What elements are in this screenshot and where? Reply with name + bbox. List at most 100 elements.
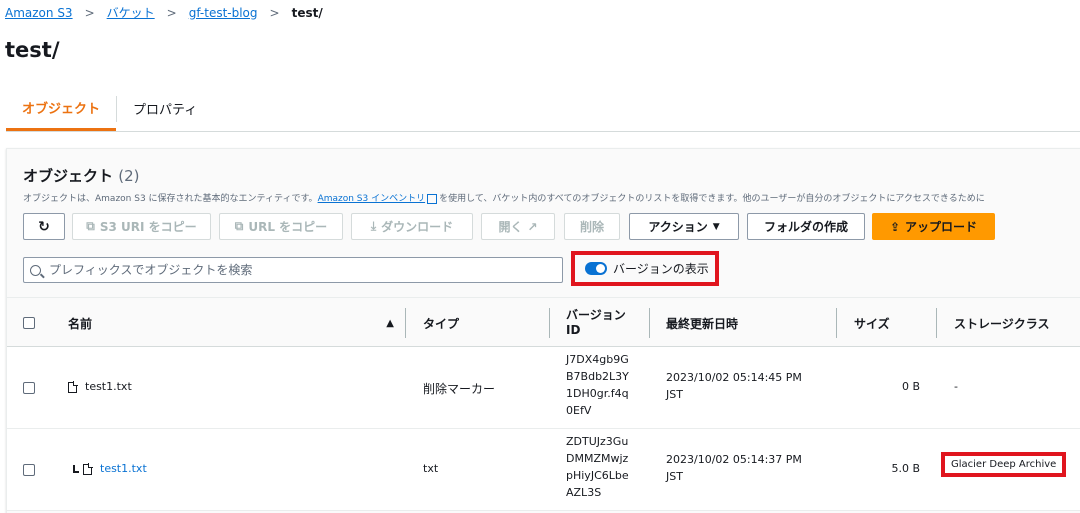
search-box — [23, 257, 563, 283]
version-id-line: ZDTUJz3Gu — [566, 435, 629, 448]
last-modified-cell: 2023/10/02 05:14:45 PM JST — [666, 369, 802, 403]
column-version-id-label-1: バージョン — [566, 308, 626, 322]
last-modified-tz: JST — [666, 470, 683, 483]
row-checkbox[interactable] — [23, 464, 35, 476]
open-button[interactable]: 開く ↗ — [481, 213, 555, 240]
column-size[interactable]: サイズ — [854, 298, 890, 348]
objects-panel: オブジェクト (2) オブジェクトは、Amazon S3 に保存された基本的なエ… — [6, 148, 1080, 513]
download-button[interactable]: ⤓ ダウンロード — [351, 213, 473, 240]
external-link-icon — [427, 193, 438, 204]
column-type[interactable]: タイプ — [423, 298, 459, 348]
chevron-right-icon: > — [166, 5, 177, 20]
chevron-right-icon: > — [84, 5, 95, 20]
file-icon — [68, 380, 78, 393]
panel-title: オブジェクト (2) — [23, 165, 140, 186]
select-all-checkbox[interactable] — [23, 317, 35, 329]
tab-bar: オブジェクト プロパティ — [6, 86, 1080, 132]
storage-class: Glacier Deep Archive — [951, 459, 1057, 470]
inventory-link[interactable]: Amazon S3 インベントリ — [318, 194, 426, 204]
last-modified-cell: 2023/10/02 05:14:37 PM JST — [666, 451, 802, 485]
column-storage-class-label: ストレージクラス — [954, 316, 1050, 331]
column-divider[interactable] — [836, 308, 837, 338]
refresh-button[interactable]: ↻ — [23, 213, 65, 240]
column-divider[interactable] — [549, 308, 550, 338]
column-storage-class[interactable]: ストレージクラス — [954, 298, 1050, 348]
copy-url-button[interactable]: ⧉ URL をコピー — [219, 213, 343, 240]
toggle-switch-icon[interactable] — [585, 262, 607, 275]
column-version-id[interactable]: バージョン ID — [566, 298, 626, 348]
column-type-label: タイプ — [423, 316, 460, 331]
breadcrumb-buckets[interactable]: バケット — [107, 4, 155, 21]
create-folder-button[interactable]: フォルダの作成 — [747, 213, 865, 240]
sort-ascending-icon[interactable]: ▲ — [386, 318, 394, 329]
version-id-line: 0EfV — [566, 404, 592, 417]
version-id-line: DMMZMwjz — [566, 452, 629, 465]
tab-properties[interactable]: プロパティ — [117, 87, 213, 131]
table-row[interactable]: test1.txt 削除マーカー J7DX4gb9G B7Bdb2L3Y 1DH… — [7, 347, 1080, 429]
object-count: (2) — [118, 167, 140, 185]
copy-s3-uri-button[interactable]: ⧉ S3 URI をコピー — [72, 213, 211, 240]
upload-icon: ⇪ — [889, 219, 901, 234]
object-type: 削除マーカー — [423, 382, 496, 396]
version-id-line: B7Bdb2L3Y — [566, 370, 629, 383]
actions-dropdown[interactable]: アクション ▼ — [629, 213, 739, 240]
caret-down-icon: ▼ — [712, 221, 720, 232]
storage-class: - — [954, 380, 958, 393]
last-modified-date: 2023/10/02 05:14:45 PM — [666, 371, 802, 384]
storage-class-highlight: Glacier Deep Archive — [941, 452, 1067, 477]
column-last-modified[interactable]: 最終更新日時 — [666, 298, 738, 348]
chevron-right-icon: > — [269, 5, 280, 20]
actions-label: アクション — [648, 220, 708, 234]
object-size: 0 B — [901, 380, 920, 393]
row-checkbox[interactable] — [23, 382, 35, 394]
version-id-line: J7DX4gb9G — [566, 353, 629, 366]
column-divider[interactable] — [649, 308, 650, 338]
upload-button[interactable]: ⇪ アップロード — [872, 213, 995, 240]
last-modified-tz: JST — [666, 388, 683, 401]
last-modified-date: 2023/10/02 05:14:37 PM — [666, 453, 802, 466]
file-icon — [83, 462, 93, 475]
desc-text-post: を使用して、バケット内のすべてのオブジェクトのリストを取得できます。他のユーザー… — [439, 194, 985, 204]
column-name-label: 名前 — [68, 316, 93, 331]
breadcrumb-current: test/ — [291, 5, 323, 20]
object-name-link[interactable]: test1.txt — [100, 462, 147, 475]
desc-text-pre: オブジェクトは、Amazon S3 に保存された基本的なエンティティです。 — [23, 194, 318, 204]
object-name-cell: test1.txt — [73, 462, 147, 475]
open-label: 開く — [498, 220, 523, 234]
page-title: test/ — [5, 38, 60, 62]
object-size: 5.0 B — [891, 462, 920, 475]
column-divider[interactable] — [405, 308, 406, 338]
copy-url-label: URL をコピー — [248, 220, 328, 234]
delete-button[interactable]: 削除 — [564, 213, 620, 240]
download-icon: ⤓ — [370, 219, 377, 233]
external-link-icon: ↗ — [527, 219, 538, 234]
version-id-line: AZL3S — [566, 486, 602, 499]
object-type: txt — [423, 462, 439, 475]
column-name[interactable]: 名前 ▲ — [68, 298, 398, 348]
create-folder-label: フォルダの作成 — [763, 220, 848, 234]
version-id-cell: ZDTUJz3Gu DMMZMwjz pHiyJC6Lbe AZL3S — [566, 433, 629, 501]
column-size-label: サイズ — [854, 316, 890, 331]
panel-description: オブジェクトは、Amazon S3 に保存された基本的なエンティティです。Ama… — [23, 191, 985, 204]
breadcrumb: Amazon S3 > バケット > gf-test-blog > test/ — [5, 4, 323, 21]
show-versions-toggle[interactable]: バージョンの表示 — [571, 251, 719, 286]
download-label: ダウンロード — [381, 220, 454, 234]
version-id-line: 1DH0gr.f4q — [566, 387, 629, 400]
version-id-line: pHiyJC6Lbe — [566, 469, 629, 482]
breadcrumb-amazon-s3[interactable]: Amazon S3 — [5, 6, 73, 20]
panel-title-text: オブジェクト — [23, 167, 114, 185]
tab-objects[interactable]: オブジェクト — [6, 87, 117, 131]
object-name: test1.txt — [85, 380, 132, 393]
column-version-id-label-2: ID — [566, 323, 581, 337]
breadcrumb-bucket[interactable]: gf-test-blog — [189, 6, 258, 20]
copy-icon: ⧉ — [234, 219, 244, 233]
column-divider[interactable] — [936, 308, 937, 338]
select-all-checkbox-cell — [23, 298, 35, 348]
object-name-cell: test1.txt — [68, 380, 132, 393]
table-row[interactable]: test1.txt txt ZDTUJz3Gu DMMZMwjz pHiyJC6… — [7, 429, 1080, 511]
search-input[interactable] — [49, 263, 562, 277]
search-icon — [30, 264, 41, 276]
column-last-modified-label: 最終更新日時 — [666, 316, 739, 331]
version-branch-icon — [73, 465, 79, 473]
show-versions-label: バージョンの表示 — [613, 262, 709, 276]
